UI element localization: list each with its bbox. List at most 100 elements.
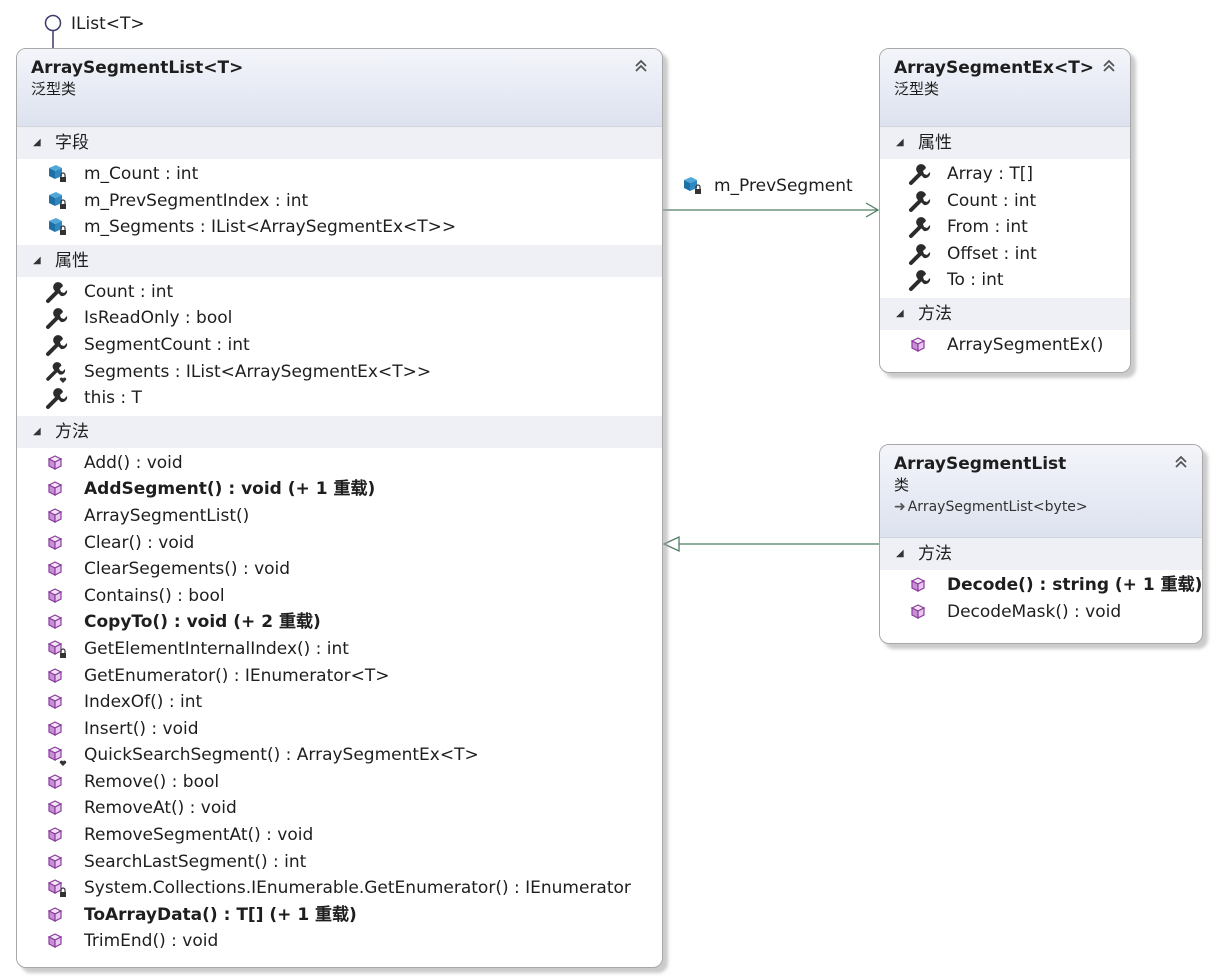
member-list: Decode() : string (+ 1 重载) DecodeMask() :… — [880, 570, 1202, 629]
member-row[interactable]: RemoveSegmentAt() : void — [17, 822, 662, 849]
member-row[interactable]: Decode() : string (+ 1 重载) — [880, 572, 1202, 599]
member-signature: DecodeMask() : void — [947, 601, 1122, 622]
collapse-chevron-icon[interactable] — [1172, 453, 1190, 471]
member-list: Array : T[] Count : int From : int Offset :… — [880, 159, 1130, 298]
section-header[interactable]: ◢ 属性 — [17, 244, 662, 277]
member-row[interactable]: CopyTo() : void (+ 2 重载) — [17, 609, 662, 636]
member-row[interactable]: Insert() : void — [17, 716, 662, 743]
member-row[interactable]: this : T — [17, 385, 662, 412]
member-signature: System.Collections.IEnumerable.GetEnumer… — [84, 878, 631, 899]
collapse-chevron-icon[interactable] — [1100, 57, 1118, 75]
member-row[interactable]: Remove() : bool — [17, 769, 662, 796]
member-row[interactable]: To : int — [880, 267, 1130, 294]
member-row[interactable]: SearchLastSegment() : int — [17, 849, 662, 876]
class-header: ArraySegmentEx<T> 泛型类 — [880, 49, 1130, 127]
private-field-icon — [45, 217, 69, 239]
collapse-chevron-icon[interactable] — [632, 57, 650, 75]
member-row[interactable]: System.Collections.IEnumerable.GetEnumer… — [17, 875, 662, 902]
member-row[interactable]: Offset : int — [880, 241, 1130, 268]
member-row[interactable]: m_Count : int — [17, 161, 662, 188]
property-wrench-icon — [45, 281, 69, 304]
association-connector — [662, 202, 880, 218]
section-header[interactable]: ◢ 方法 — [880, 297, 1130, 330]
property-wrench-icon — [908, 270, 932, 292]
property-wrench-icon — [908, 243, 932, 266]
member-row[interactable]: SegmentCount : int — [17, 332, 662, 359]
member-list: Count : int IsReadOnly : bool SegmentCount… — [17, 277, 662, 416]
section-header[interactable]: ◢ 方法 — [17, 415, 662, 448]
member-row[interactable]: m_Segments : IList<ArraySegmentEx<T>> — [17, 214, 662, 241]
class-diagram-canvas: IList<T> m_PrevSegment ArraySegmentList<… — [0, 0, 1216, 980]
member-row[interactable]: TrimEnd() : void — [17, 928, 662, 955]
section-collapse-triangle-icon[interactable]: ◢ — [33, 416, 41, 448]
member-signature: SearchLastSegment() : int — [84, 851, 307, 872]
class-title: ArraySegmentList<T> — [31, 58, 244, 78]
member-row[interactable]: GetElementInternalIndex() : int — [17, 636, 662, 663]
method-cube-icon — [45, 772, 69, 794]
method-cube-icon — [45, 852, 69, 874]
section-label: 属性 — [55, 250, 89, 271]
section-collapse-triangle-icon[interactable]: ◢ — [896, 127, 904, 159]
section-label: 方法 — [918, 544, 952, 564]
method-cube-icon — [908, 335, 932, 357]
member-row[interactable]: ArraySegmentList() — [17, 503, 662, 530]
member-signature: To : int — [947, 270, 1004, 291]
section-label: 方法 — [55, 421, 89, 442]
member-signature: Array : T[] — [947, 164, 1033, 184]
member-signature: IndexOf() : int — [84, 692, 203, 713]
class-box-array-segment-list-generic[interactable]: ArraySegmentList<T> 泛型类 ◢ 字段 m_Count : int m_… — [16, 48, 663, 968]
property-wrench-icon — [45, 388, 69, 410]
member-row[interactable]: IsReadOnly : bool — [17, 305, 662, 332]
member-signature: ArraySegmentEx() — [947, 334, 1104, 355]
member-row[interactable]: Count : int — [17, 279, 662, 306]
member-row[interactable]: m_PrevSegmentIndex : int — [17, 188, 662, 215]
section-collapse-triangle-icon[interactable]: ◢ — [896, 538, 904, 570]
private-method-icon — [45, 639, 69, 661]
private-method-icon — [45, 878, 69, 900]
member-row[interactable]: AddSegment() : void (+ 1 重载) — [17, 476, 662, 503]
member-signature: CopyTo() : void (+ 2 重载) — [84, 612, 321, 633]
member-row[interactable]: DecodeMask() : void — [880, 599, 1202, 626]
section-collapse-triangle-icon[interactable]: ◢ — [33, 127, 41, 159]
member-row[interactable]: From : int — [880, 214, 1130, 241]
member-row[interactable]: ToArrayData() : T[] (+ 1 重载) — [17, 902, 662, 929]
member-row[interactable]: ArraySegmentEx() — [880, 332, 1130, 359]
member-row[interactable]: Contains() : bool — [17, 583, 662, 610]
member-row[interactable]: ClearSegements() : void — [17, 556, 662, 583]
class-box-array-segment-list[interactable]: ArraySegmentList 类 ➜ ArraySegmentList<byte>… — [879, 444, 1203, 644]
member-row[interactable]: Segments : IList<ArraySegmentEx<T>> — [17, 359, 662, 386]
member-signature: Clear() : void — [84, 532, 195, 553]
method-cube-icon — [45, 506, 69, 528]
member-signature: IsReadOnly : bool — [84, 308, 233, 329]
method-cube-icon — [45, 533, 69, 555]
section-collapse-triangle-icon[interactable]: ◢ — [896, 298, 904, 330]
member-signature: this : T — [84, 388, 142, 409]
method-cube-icon — [45, 905, 69, 927]
member-row[interactable]: QuickSearchSegment() : ArraySegmentEx<T> — [17, 742, 662, 769]
member-row[interactable]: Array : T[] — [880, 161, 1130, 188]
property-wrench-icon — [908, 217, 932, 239]
property-wrench-icon — [908, 190, 932, 213]
member-row[interactable]: Count : int — [880, 188, 1130, 215]
member-row[interactable]: GetEnumerator() : IEnumerator<T> — [17, 663, 662, 690]
base-class-line: ➜ ArraySegmentList<byte> — [894, 497, 1188, 517]
member-row[interactable]: RemoveAt() : void — [17, 795, 662, 822]
section-collapse-triangle-icon[interactable]: ◢ — [33, 245, 41, 277]
member-row[interactable]: Clear() : void — [17, 530, 662, 557]
method-cube-icon — [908, 602, 932, 624]
inheritance-connector — [662, 535, 879, 553]
section-header[interactable]: ◢ 字段 — [17, 127, 662, 159]
property-wrench-icon — [45, 308, 69, 330]
member-signature: Add() : void — [84, 452, 183, 473]
member-signature: ArraySegmentList() — [84, 505, 250, 526]
class-header: ArraySegmentList<T> 泛型类 — [17, 49, 662, 127]
member-row[interactable]: IndexOf() : int — [17, 689, 662, 716]
member-signature: GetEnumerator() : IEnumerator<T> — [84, 665, 390, 686]
section-header[interactable]: ◢ 属性 — [880, 127, 1130, 159]
member-signature: Segments : IList<ArraySegmentEx<T>> — [84, 361, 432, 382]
class-box-array-segment-ex[interactable]: ArraySegmentEx<T> 泛型类 ◢ 属性 Array : T[] Count … — [879, 48, 1131, 373]
member-row[interactable]: Add() : void — [17, 450, 662, 477]
method-cube-icon — [45, 666, 69, 688]
property-wrench-icon — [908, 164, 932, 186]
section-header[interactable]: ◢ 方法 — [880, 538, 1202, 570]
